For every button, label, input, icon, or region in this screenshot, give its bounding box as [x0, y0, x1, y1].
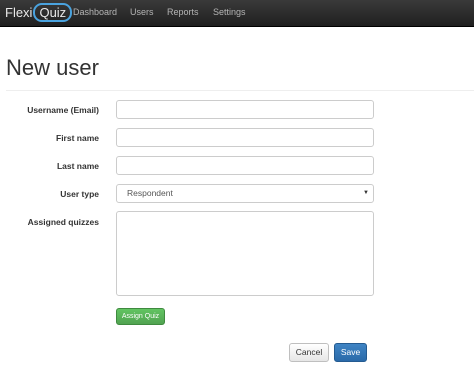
nav-link-reports[interactable]: Reports — [167, 0, 199, 26]
title-divider — [6, 90, 474, 91]
nav-link-settings[interactable]: Settings — [213, 0, 246, 26]
user-type-selected-value: Respondent — [127, 188, 173, 198]
last-name-label: Last name — [56, 161, 99, 171]
brand-text-quiz: Quiz — [33, 3, 73, 22]
nav-link-users[interactable]: Users — [130, 0, 154, 26]
assign-quiz-button[interactable]: Assign Quiz — [116, 308, 165, 325]
assigned-quizzes-label: Assigned quizzes — [27, 217, 99, 227]
user-type-select[interactable]: Respondent ▼ — [116, 184, 374, 203]
username-label: Username (Email) — [27, 105, 99, 115]
brand-logo[interactable]: Flexi Quiz — [5, 3, 73, 23]
first-name-input[interactable] — [116, 128, 374, 147]
cancel-button[interactable]: Cancel — [289, 343, 329, 362]
assigned-quizzes-textarea[interactable] — [116, 211, 374, 296]
page-title: New user — [6, 55, 99, 80]
brand-text-flexi: Flexi — [5, 5, 33, 20]
user-type-label: User type — [60, 189, 99, 199]
last-name-input[interactable] — [116, 156, 374, 175]
first-name-label: First name — [56, 133, 99, 143]
top-navbar: Flexi Quiz Dashboard Users Reports Settin… — [0, 0, 474, 27]
username-email-input[interactable] — [116, 100, 374, 119]
dropdown-caret-icon: ▼ — [363, 190, 369, 196]
save-button[interactable]: Save — [334, 343, 367, 362]
nav-link-dashboard[interactable]: Dashboard — [73, 0, 117, 26]
